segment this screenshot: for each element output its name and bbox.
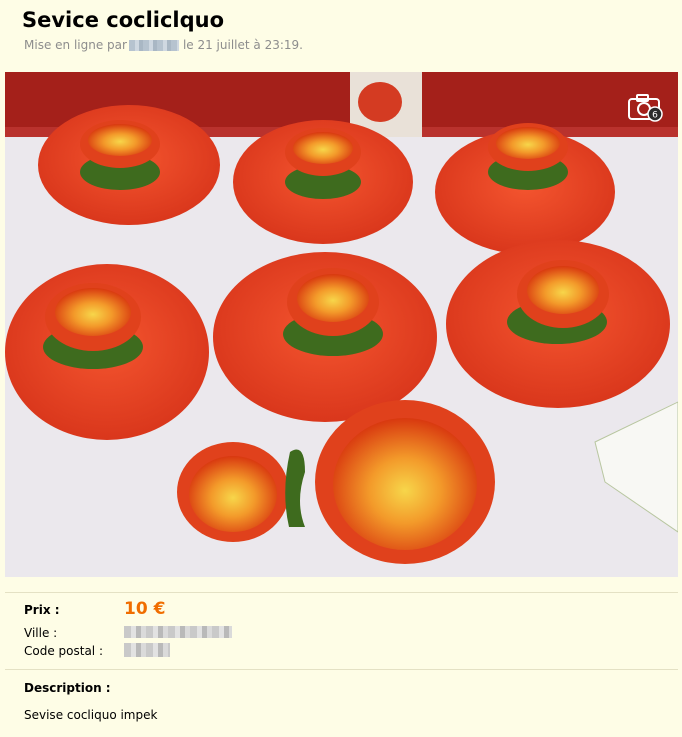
postal-code-label: Code postal : xyxy=(24,644,103,658)
description-text: Sevise cocliquo impek xyxy=(24,708,158,722)
tea-set-photo xyxy=(5,72,678,577)
divider xyxy=(5,592,678,593)
posted-date: le 21 juillet à 23:19. xyxy=(182,38,303,52)
listing-photo[interactable]: 6 xyxy=(5,72,678,577)
posted-prefix: Mise en ligne par xyxy=(24,38,127,52)
city-label: Ville : xyxy=(24,626,58,640)
price-label: Prix : xyxy=(24,603,60,617)
postal-code-value-redacted xyxy=(124,643,170,657)
divider xyxy=(5,669,678,670)
photo-count-icon[interactable]: 6 xyxy=(628,91,664,123)
photo-count-badge: 6 xyxy=(652,111,658,121)
city-value-redacted xyxy=(124,626,232,638)
posted-info: Mise en ligne par le 21 juillet à 23:19. xyxy=(24,38,303,52)
seller-name-redacted[interactable] xyxy=(128,39,179,51)
listing-title: Sevice cocliclquo xyxy=(22,8,225,32)
description-label: Description : xyxy=(24,681,111,695)
price-value: 10 € xyxy=(124,599,166,619)
